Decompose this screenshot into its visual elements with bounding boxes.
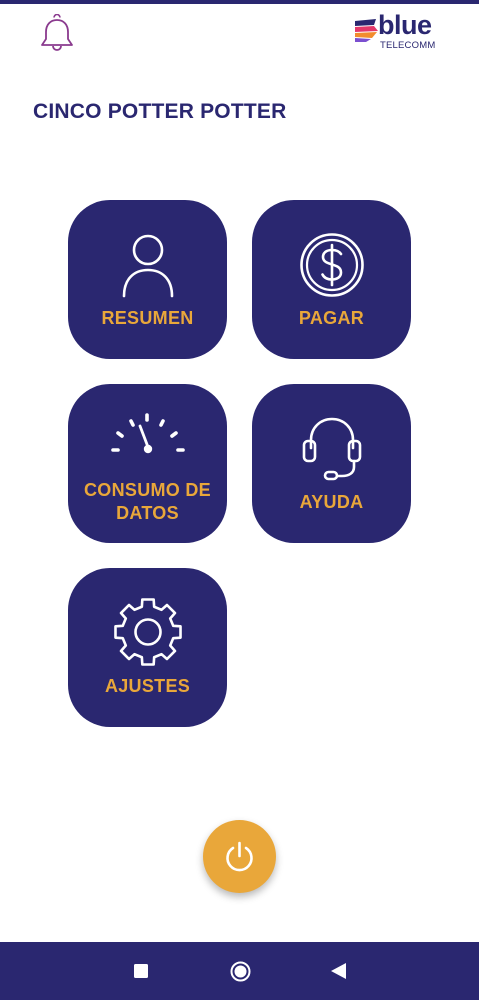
brand-mark-icon <box>354 17 380 43</box>
home-icon[interactable] <box>230 961 251 982</box>
pagar-tile[interactable]: PAGAR <box>252 200 411 359</box>
brand-subtitle: TELECOMM <box>380 40 436 51</box>
gear-outline <box>113 598 182 666</box>
dollar-icon <box>299 232 365 298</box>
resumen-label: RESUMEN <box>101 308 194 328</box>
power-button[interactable] <box>203 820 276 893</box>
back-icon[interactable] <box>330 962 347 980</box>
gear-icon <box>112 596 184 668</box>
power-icon <box>223 840 256 873</box>
ayuda-tile[interactable]: AYUDA <box>252 384 411 543</box>
ajustes-label: AJUSTES <box>104 676 191 696</box>
ayuda-label: AYUDA <box>299 492 364 512</box>
bell-icon[interactable] <box>36 14 78 56</box>
top-strip <box>0 0 479 4</box>
user-name: CINCO POTTER POTTER <box>33 100 287 123</box>
speedometer-icon <box>109 412 187 460</box>
user-icon <box>121 232 175 298</box>
brand-logo: blue TELECOMM <box>352 10 452 54</box>
system-navigation-bar <box>0 942 479 1000</box>
consumo-de-datos-label: CONSUMO DE DATOS <box>83 480 211 523</box>
headset-icon <box>300 414 364 484</box>
recent-apps-icon[interactable] <box>134 964 148 978</box>
consumo-de-datos-tile[interactable]: CONSUMO DE DATOS <box>68 384 227 543</box>
ajustes-tile[interactable]: AJUSTES <box>68 568 227 727</box>
brand-name: blue <box>378 10 432 40</box>
pagar-label: PAGAR <box>298 308 365 328</box>
resumen-tile[interactable]: RESUMEN <box>68 200 227 359</box>
